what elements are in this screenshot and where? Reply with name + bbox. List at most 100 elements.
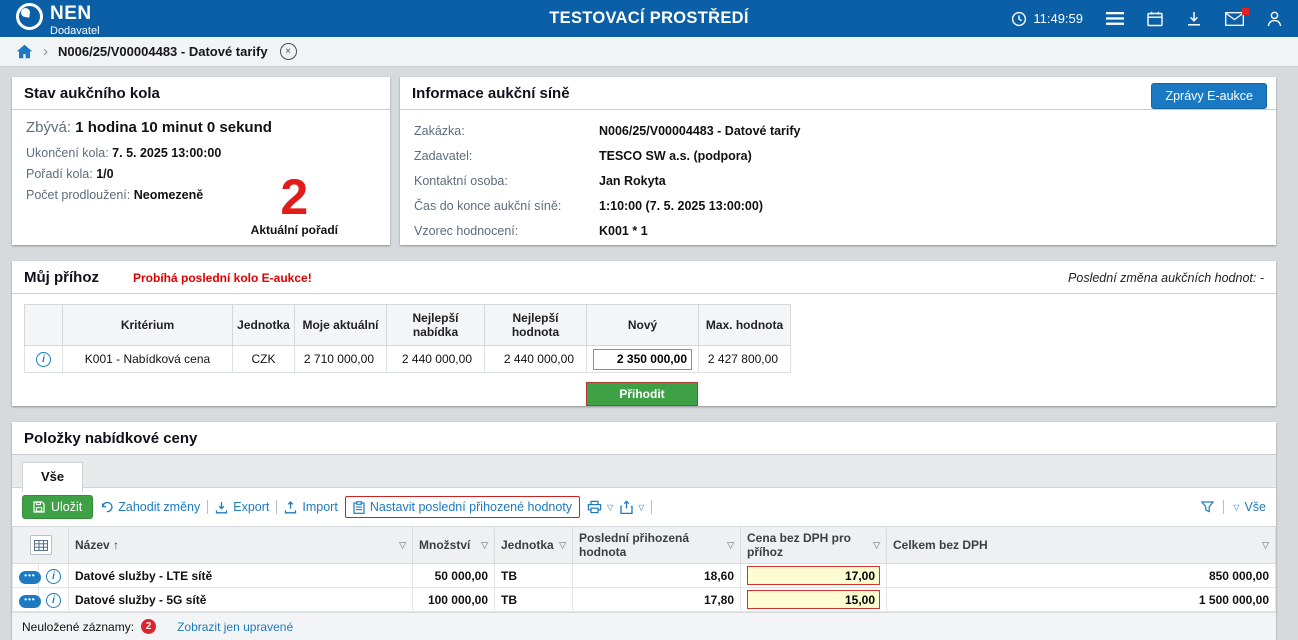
filter-icon[interactable]: ▽ xyxy=(727,540,734,551)
row-menu-icon[interactable]: ••• xyxy=(19,571,41,584)
item-quantity: 100 000,00 xyxy=(413,588,495,612)
eauction-messages-button[interactable]: Zprávy E-aukce xyxy=(1151,83,1267,109)
unsaved-count-badge: 2 xyxy=(141,619,156,634)
filter-button[interactable] xyxy=(1201,501,1214,513)
share-dropdown-icon[interactable]: ▽ xyxy=(638,503,644,512)
filter-icon[interactable]: ▽ xyxy=(399,540,406,551)
toolbar-separator xyxy=(276,500,277,514)
export-link[interactable]: Export xyxy=(215,500,269,514)
last-change-note: Poslední změna aukčních hodnot: - xyxy=(1068,271,1264,285)
server-time: 11:49:59 xyxy=(1011,11,1083,27)
contract-row: Zakázka: N006/25/V00004483 - Datové tari… xyxy=(414,119,1262,144)
best-value: 2 440 000,00 xyxy=(485,346,587,373)
item-row: ••• i Datové služby - 5G sítě 100 000,00… xyxy=(13,588,1276,612)
share-icon xyxy=(620,500,633,514)
item-unit: TB xyxy=(495,564,573,588)
evaluation-formula-row: Vzorec hodnocení: K001 * 1 xyxy=(414,219,1262,244)
toolbar-separator xyxy=(207,500,208,514)
item-last-bid-value: 18,60 xyxy=(573,564,741,588)
menu-icon[interactable] xyxy=(1106,12,1124,25)
close-tab-icon[interactable]: × xyxy=(280,43,297,60)
item-name: Datové služby - 5G sítě xyxy=(69,588,413,612)
environment-title: TESTOVACÍ PROSTŘEDÍ xyxy=(549,9,748,28)
save-button[interactable]: Uložit xyxy=(22,495,93,519)
row-menu-icon[interactable]: ••• xyxy=(19,595,41,608)
print-button[interactable]: ▽ xyxy=(587,500,613,514)
calendar-icon[interactable] xyxy=(1147,11,1163,27)
my-bid-header-new: Nový xyxy=(587,305,699,346)
my-bid-header-best-bid: Nejlepší nabídka xyxy=(387,305,485,346)
info-icon[interactable]: i xyxy=(46,593,61,608)
unsaved-records-label: Neuložené záznamy: xyxy=(22,620,134,634)
items-panel: Položky nabídkové ceny Vše Uložit Zahodi… xyxy=(12,422,1276,640)
auction-state-panel: Stav aukčního kola Zbývá: 1 hodina 10 mi… xyxy=(12,77,390,245)
user-icon[interactable] xyxy=(1267,11,1282,27)
discard-changes-link[interactable]: Zahodit změny xyxy=(100,500,200,514)
my-bid-header-empty xyxy=(25,305,63,346)
criterion-name: K001 - Nabídková cena xyxy=(63,346,233,373)
item-last-bid-value: 17,80 xyxy=(573,588,741,612)
my-bid-panel: Můj příhoz Probíhá poslední kolo E-aukce… xyxy=(12,261,1276,406)
items-header-row: Název ↑ ▽ Množství ▽ Jednotka ▽ xyxy=(13,527,1276,564)
my-bid-row: i K001 - Nabídková cena CZK 2 710 000,00… xyxy=(25,346,791,373)
new-bid-input[interactable] xyxy=(593,349,692,370)
auction-info-panel: Informace aukční síně Zprávy E-aukce Zak… xyxy=(400,77,1276,245)
toolbar-separator xyxy=(1223,500,1224,514)
items-header-name[interactable]: Název ↑ ▽ xyxy=(69,527,413,564)
item-total: 850 000,00 xyxy=(887,564,1276,588)
my-bid-header-unit: Jednotka xyxy=(233,305,295,346)
import-link[interactable]: Import xyxy=(284,500,337,514)
items-header-total[interactable]: Celkem bez DPH ▽ xyxy=(887,527,1276,564)
contracting-authority-row: Zadavatel: TESCO SW a.s. (podpora) xyxy=(414,144,1262,169)
filter-icon[interactable]: ▽ xyxy=(559,540,566,551)
items-header-price[interactable]: Cena bez DPH pro příhoz ▽ xyxy=(741,527,887,564)
items-header-grid xyxy=(13,527,69,564)
clipboard-icon xyxy=(353,501,365,514)
my-bid-table: Kritérium Jednotka Moje aktuální Nejlepš… xyxy=(24,304,791,373)
info-icon[interactable]: i xyxy=(36,352,51,367)
my-bid-header-best-value: Nejlepší hodnota xyxy=(485,305,587,346)
home-icon[interactable] xyxy=(16,44,33,59)
mail-badge xyxy=(1242,8,1249,15)
view-all-selector[interactable]: ▽ Vše xyxy=(1233,500,1266,514)
time-to-end-row: Čas do konce aukční síně: 1:10:00 (7. 5.… xyxy=(414,194,1262,219)
current-rank-value: 2 xyxy=(251,175,338,220)
printer-icon xyxy=(587,500,602,514)
tab-all[interactable]: Vše xyxy=(22,462,83,492)
undo-icon xyxy=(100,501,113,513)
info-icon[interactable]: i xyxy=(46,569,61,584)
items-header-quantity[interactable]: Množství ▽ xyxy=(413,527,495,564)
last-round-warning: Probíhá poslední kolo E-aukce! xyxy=(133,271,312,285)
nen-logo[interactable]: NEN Dodavatel xyxy=(16,0,100,37)
criterion-unit: CZK xyxy=(233,346,295,373)
contact-person-row: Kontaktní osoba: Jan Rokyta xyxy=(414,169,1262,194)
item-unit: TB xyxy=(495,588,573,612)
mail-icon[interactable] xyxy=(1225,12,1244,26)
remaining-time: Zbývá: 1 hodina 10 minut 0 sekund xyxy=(26,119,376,136)
best-bid-value: 2 440 000,00 xyxy=(387,346,485,373)
place-bid-button[interactable]: Přihodit xyxy=(586,382,698,406)
download-icon[interactable] xyxy=(1186,11,1202,27)
current-rank-block: 2 Aktuální pořadí xyxy=(251,175,338,237)
item-price-input[interactable] xyxy=(747,590,880,609)
print-dropdown-icon[interactable]: ▽ xyxy=(607,503,613,512)
show-modified-only-link[interactable]: Zobrazit jen upravené xyxy=(177,620,293,634)
share-button[interactable]: ▽ xyxy=(620,500,644,514)
item-row: ••• i Datové služby - LTE sítě 50 000,00… xyxy=(13,564,1276,588)
topbar: NEN Dodavatel TESTOVACÍ PROSTŘEDÍ 11:49:… xyxy=(0,0,1298,37)
remaining-value: 1 hodina 10 minut 0 sekund xyxy=(75,119,272,136)
item-name: Datové služby - LTE sítě xyxy=(69,564,413,588)
set-last-bid-values-link[interactable]: Nastavit poslední přihozené hodnoty xyxy=(345,496,580,518)
filter-icon[interactable]: ▽ xyxy=(873,540,880,551)
sort-asc-icon: ↑ xyxy=(113,538,119,552)
round-end-row: Ukončení kola: 7. 5. 2025 13:00:00 xyxy=(26,143,376,164)
breadcrumb-item[interactable]: N006/25/V00004483 - Datové tarify xyxy=(58,44,268,59)
item-price-input[interactable] xyxy=(747,566,880,585)
filter-icon[interactable]: ▽ xyxy=(481,540,488,551)
breadcrumb-chevron-icon: › xyxy=(43,44,48,59)
clock-icon xyxy=(1011,11,1027,27)
items-header-last-bid[interactable]: Poslední přihozená hodnota ▽ xyxy=(573,527,741,564)
grid-settings-icon[interactable] xyxy=(30,535,52,555)
items-header-unit[interactable]: Jednotka ▽ xyxy=(495,527,573,564)
filter-icon[interactable]: ▽ xyxy=(1262,540,1269,551)
